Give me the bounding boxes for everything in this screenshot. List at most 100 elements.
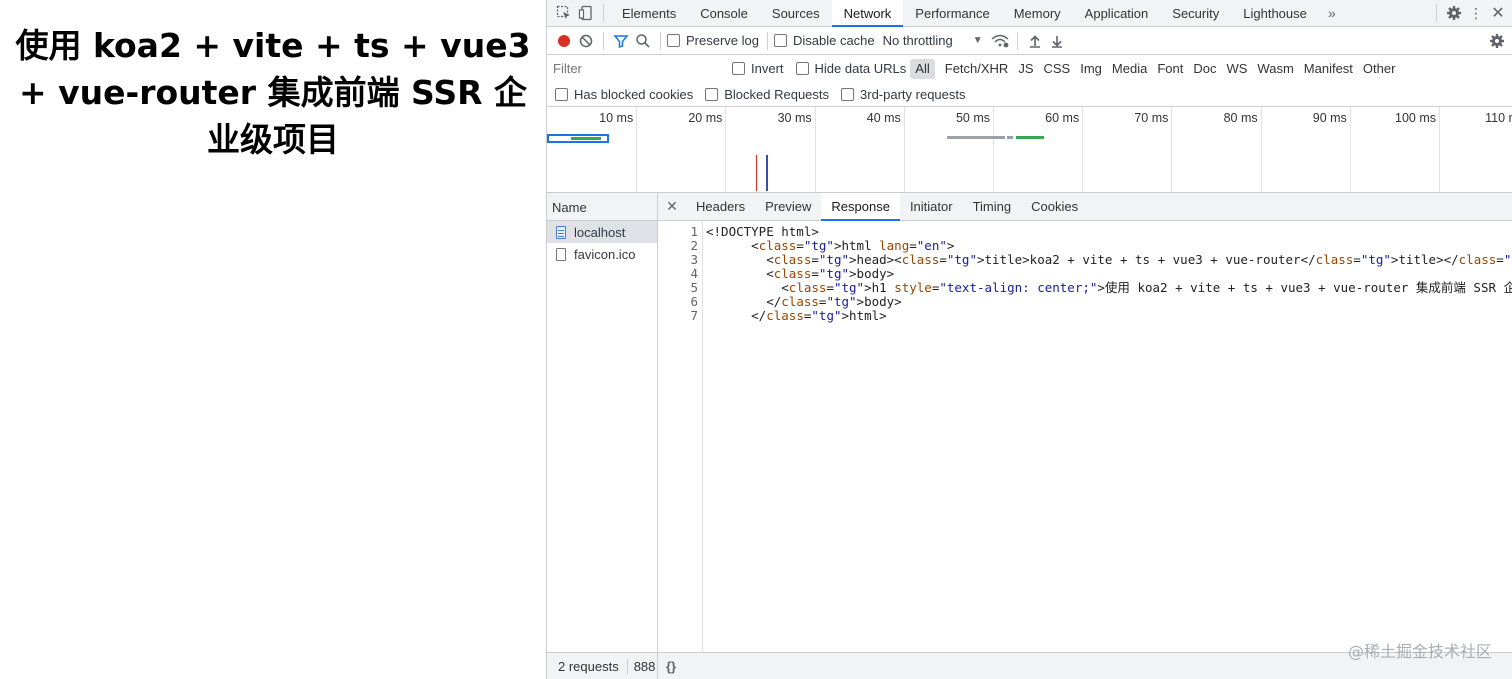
request-bar-favicon-waiting (947, 136, 1005, 139)
tab-network[interactable]: Network (831, 0, 904, 27)
filter-input[interactable] (550, 58, 720, 79)
tab-lighthouse[interactable]: Lighthouse (1231, 0, 1319, 27)
timeline-tick-label: 90 ms (1312, 111, 1347, 125)
detail-tab-cookies[interactable]: Cookies (1021, 193, 1088, 221)
throttling-value: No throttling (882, 33, 953, 48)
request-row[interactable]: favicon.ico (547, 243, 657, 265)
timeline-gridline (814, 107, 816, 192)
request-bar-favicon-download (1016, 136, 1044, 139)
detail-tab-timing[interactable]: Timing (963, 193, 1022, 221)
close-detail-icon[interactable]: ✕ (658, 198, 686, 215)
has-blocked-cookies-checkbox[interactable]: Has blocked cookies (555, 87, 693, 102)
detail-tab-headers[interactable]: Headers (686, 193, 755, 221)
device-toolbar-icon[interactable] (575, 2, 597, 24)
more-tabs-icon[interactable]: » (1321, 2, 1343, 24)
third-party-requests-checkbox[interactable]: 3rd-party requests (841, 87, 966, 102)
watermark: @稀土掘金技术社区 (1347, 642, 1492, 661)
invert-checkbox[interactable]: Invert (732, 61, 784, 76)
request-detail-pane: ✕ Headers Preview Response Initiator Timing C… (658, 192, 1512, 652)
tab-sources[interactable]: Sources (760, 0, 832, 27)
divider (603, 31, 604, 50)
type-filter-img[interactable]: Img (1075, 59, 1107, 79)
request-bar-localhost (547, 134, 609, 143)
settings-gear-icon[interactable] (1443, 2, 1465, 24)
kebab-menu-icon[interactable]: ⋮ (1465, 2, 1487, 24)
request-row[interactable]: localhost (547, 221, 657, 243)
record-icon[interactable] (553, 30, 575, 52)
type-filter-font[interactable]: Font (1152, 59, 1188, 79)
timeline-tick-label: 40 ms (866, 111, 901, 125)
request-count: 2 requests (558, 658, 619, 674)
response-source: <!DOCTYPE html> <class="tg">html lang="e… (706, 225, 1512, 323)
line-number: 1 (690, 224, 698, 239)
response-viewer[interactable]: 1234567 <!DOCTYPE html> <class="tg">html… (658, 221, 1512, 652)
inspect-element-icon[interactable] (553, 2, 575, 24)
response-line: </class="tg">body> (706, 294, 902, 309)
type-filter-media[interactable]: Media (1107, 59, 1152, 79)
type-filter-other[interactable]: Other (1358, 59, 1401, 79)
timeline-gridline (1349, 107, 1351, 192)
timeline-gridline (1082, 107, 1084, 192)
request-bar-favicon-stall (1007, 136, 1013, 139)
timeline-tick-label: 10 ms (599, 111, 634, 125)
export-har-icon[interactable] (1046, 30, 1068, 52)
name-column-header[interactable]: Name (547, 193, 657, 221)
hide-data-urls-checkbox[interactable]: Hide data URLs (795, 61, 906, 76)
type-filter-ws[interactable]: WS (1221, 59, 1252, 79)
timeline-gridline (636, 107, 638, 192)
load-event-line (756, 155, 757, 191)
line-number: 3 (690, 252, 698, 267)
detail-tabs: ✕ Headers Preview Response Initiator Timing C… (658, 192, 1512, 221)
network-conditions-icon[interactable] (989, 30, 1011, 52)
tab-performance[interactable]: Performance (903, 0, 1001, 27)
type-filter-fetch-xhr[interactable]: Fetch/XHR (940, 59, 1014, 79)
tab-application[interactable]: Application (1073, 0, 1161, 27)
divider (766, 31, 768, 50)
type-filter-all[interactable]: All (910, 58, 935, 79)
type-filter-manifest[interactable]: Manifest (1299, 59, 1358, 79)
timeline-gridline (725, 107, 727, 192)
transferred-size: 888 (626, 658, 655, 674)
dom-content-loaded-line (766, 155, 768, 191)
tab-elements[interactable]: Elements (610, 0, 688, 27)
timeline-tick-label: 70 ms (1134, 111, 1169, 125)
rendered-page: 使用 koa2 + vite + ts + vue3 + vue-router … (0, 0, 546, 679)
detail-tab-initiator[interactable]: Initiator (900, 193, 963, 221)
filter-bar-secondary: Has blocked cookies Blocked Requests 3rd… (547, 82, 1512, 107)
detail-tab-preview[interactable]: Preview (755, 193, 821, 221)
network-settings-gear-icon[interactable] (1486, 30, 1508, 52)
response-line: <class="tg">html lang="en"> (706, 238, 955, 253)
network-toolbar: Preserve log Disable cache No throttling… (547, 27, 1512, 55)
line-number: 2 (690, 238, 698, 253)
devtools-tab-bar: Elements Console Sources Network Performance… (547, 0, 1512, 27)
clear-icon[interactable] (575, 30, 597, 52)
tab-security[interactable]: Security (1160, 0, 1231, 27)
pretty-print-button[interactable]: {} (658, 659, 676, 674)
network-overview-timeline[interactable]: 10 ms 20 ms 30 ms 40 ms 50 ms 60 ms 70 ms 80 ms… (547, 107, 1512, 193)
response-line: <!DOCTYPE html> (706, 225, 819, 239)
search-icon[interactable] (632, 30, 654, 52)
disable-cache-checkbox[interactable]: Disable cache (773, 33, 875, 48)
import-har-icon[interactable] (1024, 30, 1046, 52)
preserve-log-checkbox[interactable]: Preserve log (667, 33, 759, 48)
tab-memory[interactable]: Memory (1002, 0, 1073, 27)
requests-list: Name localhost favicon.ico (547, 193, 658, 652)
type-filter-wasm[interactable]: Wasm (1252, 59, 1298, 79)
type-filter-js[interactable]: JS (1013, 59, 1038, 79)
timeline-tick-label: 60 ms (1045, 111, 1080, 125)
divider (1436, 4, 1437, 22)
blocked-requests-checkbox[interactable]: Blocked Requests (705, 87, 829, 102)
throttling-select[interactable]: No throttling ▼ (883, 33, 983, 48)
line-number: 5 (690, 280, 698, 295)
file-icon (556, 247, 566, 261)
filter-icon[interactable] (610, 30, 632, 52)
tab-console[interactable]: Console (688, 0, 760, 27)
close-devtools-icon[interactable]: ✕ (1487, 2, 1509, 24)
type-filter-css[interactable]: CSS (1039, 59, 1076, 79)
detail-tab-response[interactable]: Response (821, 192, 900, 221)
type-filter-doc[interactable]: Doc (1188, 59, 1221, 79)
response-line: <class="tg">head><class="tg">title>koa2 … (706, 252, 1512, 267)
timeline-tick-label: 80 ms (1223, 111, 1258, 125)
line-number: 7 (690, 308, 698, 323)
timeline-gridline (1260, 107, 1262, 192)
